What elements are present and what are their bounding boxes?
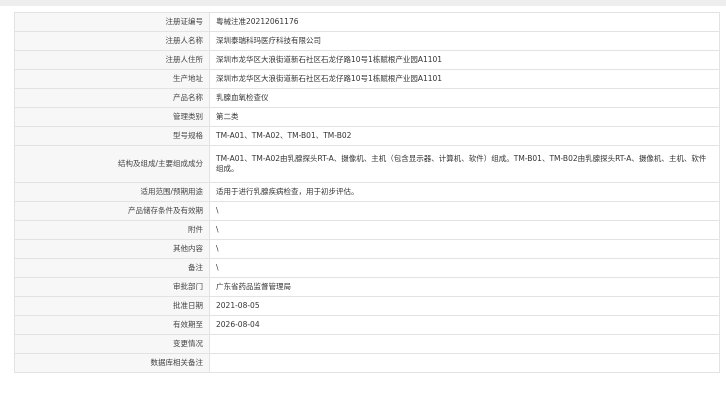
table-row: 备注 \ <box>14 258 720 278</box>
row-label: 变更情况 <box>14 334 210 354</box>
table-row: 生产地址 深圳市龙华区大浪街道新石社区石龙仔路10号1栋赋根产业园A1101 <box>14 69 720 89</box>
row-label: 其他内容 <box>14 239 210 259</box>
table-row: 管理类别 第二类 <box>14 107 720 127</box>
row-value: 深圳市龙华区大浪街道新石社区石龙仔路10号1栋赋根产业园A1101 <box>209 50 720 70</box>
row-value: 广东省药品监督管理局 <box>209 277 720 297</box>
row-label: 审批部门 <box>14 277 210 297</box>
table-row: 其他内容 \ <box>14 239 720 259</box>
table-row: 变更情况 <box>14 334 720 354</box>
row-value: 第二类 <box>209 107 720 127</box>
table-row: 注册人名称 深圳泰瑞科玛医疗科技有限公司 <box>14 31 720 51</box>
table-row: 注册人住所 深圳市龙华区大浪街道新石社区石龙仔路10号1栋赋根产业园A1101 <box>14 50 720 70</box>
row-value: TM-A01、TM-A02、TM-B01、TM-B02 <box>209 126 720 146</box>
row-label: 生产地址 <box>14 69 210 89</box>
row-label: 附件 <box>14 220 210 240</box>
row-value: 乳腺血氧检查仪 <box>209 88 720 108</box>
table-row: 附件 \ <box>14 220 720 240</box>
row-label: 批准日期 <box>14 296 210 316</box>
row-label: 结构及组成/主要组成成分 <box>14 145 210 183</box>
row-label: 适用范围/预期用途 <box>14 182 210 202</box>
row-label: 注册证编号 <box>14 12 210 32</box>
row-label: 有效期至 <box>14 315 210 335</box>
row-label: 产品名称 <box>14 88 210 108</box>
row-value: \ <box>209 220 720 240</box>
row-value: TM-A01、TM-A02由乳腺探头RT-A、摄像机、主机（包含显示器、计算机、… <box>209 145 720 183</box>
row-value: 深圳市龙华区大浪街道新石社区石龙仔路10号1栋赋根产业园A1101 <box>209 69 720 89</box>
registration-detail-table: 注册证编号 粤械注准20212061176 注册人名称 深圳泰瑞科玛医疗科技有限… <box>14 12 720 373</box>
row-value <box>209 353 720 373</box>
row-value: \ <box>209 201 720 221</box>
row-label: 管理类别 <box>14 107 210 127</box>
table-row: 审批部门 广东省药品监督管理局 <box>14 277 720 297</box>
row-value: \ <box>209 239 720 259</box>
row-label: 产品储存条件及有效期 <box>14 201 210 221</box>
row-value <box>209 334 720 354</box>
table-row: 有效期至 2026-08-04 <box>14 315 720 335</box>
table-row: 数据库相关备注 <box>14 353 720 373</box>
row-value: \ <box>209 258 720 278</box>
row-value: 适用于进行乳腺疾病检查，用于初步评估。 <box>209 182 720 202</box>
page: 注册证编号 粤械注准20212061176 注册人名称 深圳泰瑞科玛医疗科技有限… <box>0 0 726 410</box>
row-value: 深圳泰瑞科玛医疗科技有限公司 <box>209 31 720 51</box>
row-value: 粤械注准20212061176 <box>209 12 720 32</box>
row-label: 备注 <box>14 258 210 278</box>
row-value: 2021-08-05 <box>209 296 720 316</box>
table-row: 产品名称 乳腺血氧检查仪 <box>14 88 720 108</box>
table-row: 注册证编号 粤械注准20212061176 <box>14 12 720 32</box>
row-value: 2026-08-04 <box>209 315 720 335</box>
table-row: 结构及组成/主要组成成分 TM-A01、TM-A02由乳腺探头RT-A、摄像机、… <box>14 145 720 183</box>
row-label: 注册人名称 <box>14 31 210 51</box>
table-row: 批准日期 2021-08-05 <box>14 296 720 316</box>
table-row: 型号规格 TM-A01、TM-A02、TM-B01、TM-B02 <box>14 126 720 146</box>
table-row: 适用范围/预期用途 适用于进行乳腺疾病检查，用于初步评估。 <box>14 182 720 202</box>
top-strip <box>0 0 726 6</box>
row-label: 数据库相关备注 <box>14 353 210 373</box>
row-label: 型号规格 <box>14 126 210 146</box>
table-row: 产品储存条件及有效期 \ <box>14 201 720 221</box>
row-label: 注册人住所 <box>14 50 210 70</box>
